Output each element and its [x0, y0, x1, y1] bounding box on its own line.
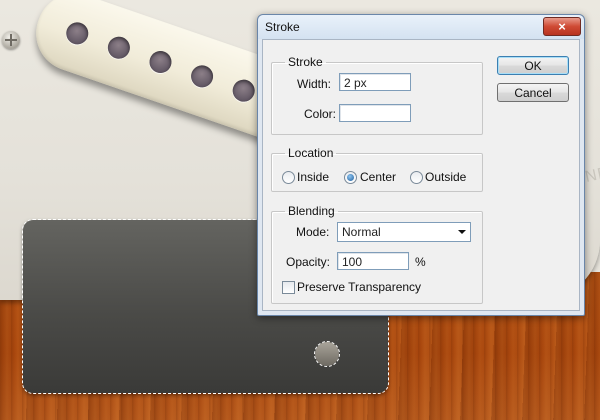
radio-outside-label: Outside — [425, 170, 467, 184]
radio-center-label: Center — [360, 170, 397, 184]
ok-button[interactable]: OK — [497, 56, 569, 75]
opacity-input[interactable]: 100 — [337, 252, 409, 270]
pole-piece — [188, 62, 217, 91]
mode-label: Mode: — [296, 225, 330, 239]
blend-mode-value: Normal — [342, 225, 381, 239]
close-icon: × — [558, 19, 566, 34]
width-input[interactable]: 2 px — [339, 73, 411, 91]
blend-mode-select[interactable]: Normal — [337, 222, 471, 242]
preserve-transparency-checkbox[interactable] — [282, 281, 295, 294]
stroke-group: Stroke — [271, 55, 483, 135]
pole-piece — [146, 48, 175, 77]
radio-inside-label: Inside — [297, 170, 330, 184]
color-label: Color: — [304, 107, 337, 121]
pole-piece — [229, 76, 258, 105]
width-label: Width: — [297, 77, 332, 91]
pole-piece — [104, 33, 133, 62]
preserve-transparency-label: Preserve Transparency — [297, 280, 422, 294]
location-group: Location — [271, 146, 483, 192]
dialog-body: Stroke Width: 2 px Color: Location Insid… — [262, 39, 580, 311]
pole-piece — [63, 19, 92, 48]
radio-outside[interactable] — [410, 171, 423, 184]
jack-hole — [314, 341, 340, 367]
screw-icon — [2, 31, 20, 49]
blending-group-label: Blending — [288, 204, 335, 218]
dialog-title: Stroke — [265, 20, 300, 34]
chevron-down-icon — [458, 230, 466, 234]
opacity-label: Opacity: — [286, 255, 331, 269]
radio-center[interactable] — [344, 171, 357, 184]
close-button[interactable]: × — [543, 17, 581, 36]
dialog-titlebar[interactable]: Stroke × — [258, 15, 584, 39]
stroke-group-label: Stroke — [288, 55, 323, 69]
stroke-dialog: Stroke × Stroke Width: 2 px Color: Locat… — [257, 14, 585, 316]
opacity-unit: % — [415, 255, 426, 269]
cancel-button[interactable]: Cancel — [497, 83, 569, 102]
radio-inside[interactable] — [282, 171, 295, 184]
color-swatch[interactable] — [339, 104, 411, 122]
location-group-label: Location — [288, 146, 334, 160]
